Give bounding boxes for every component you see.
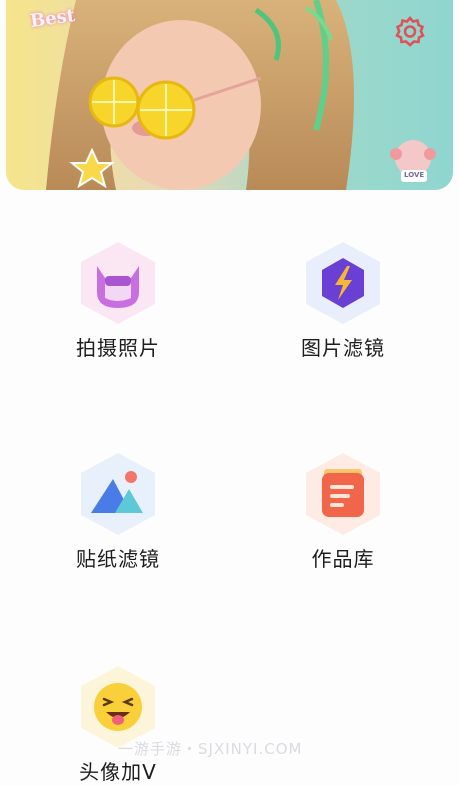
menu-item-sticker-filter[interactable]: 贴纸滤镜 — [38, 451, 198, 572]
menu-item-label: 贴纸滤镜 — [76, 547, 160, 571]
menu-item-label: 拍摄照片 — [76, 336, 160, 360]
mountain-image-icon — [81, 453, 155, 535]
menu-item-label: 作品库 — [311, 547, 375, 571]
menu-item-label: 头像加V — [79, 760, 157, 784]
gear-icon — [395, 16, 425, 47]
menu-item-gallery[interactable]: 作品库 — [263, 451, 423, 572]
watermark-text: 一游手游・SJXINYI.COM — [118, 740, 303, 758]
hero-banner[interactable]: Best LOVE — [6, 0, 453, 190]
lightning-cube-icon — [306, 242, 380, 324]
love-sticker-label: LOVE — [404, 171, 425, 179]
menu-item-label: 图片滤镜 — [301, 336, 385, 360]
notes-folder-icon — [306, 453, 380, 535]
menu-item-avatar-v[interactable]: 头像加V — [38, 664, 198, 785]
menu-item-take-photo[interactable]: 拍摄照片 — [38, 240, 198, 361]
banner-photo — [6, 0, 453, 190]
settings-button[interactable] — [392, 14, 428, 50]
cat-face-icon — [81, 242, 155, 324]
menu-item-image-filter[interactable]: 图片滤镜 — [263, 240, 423, 361]
